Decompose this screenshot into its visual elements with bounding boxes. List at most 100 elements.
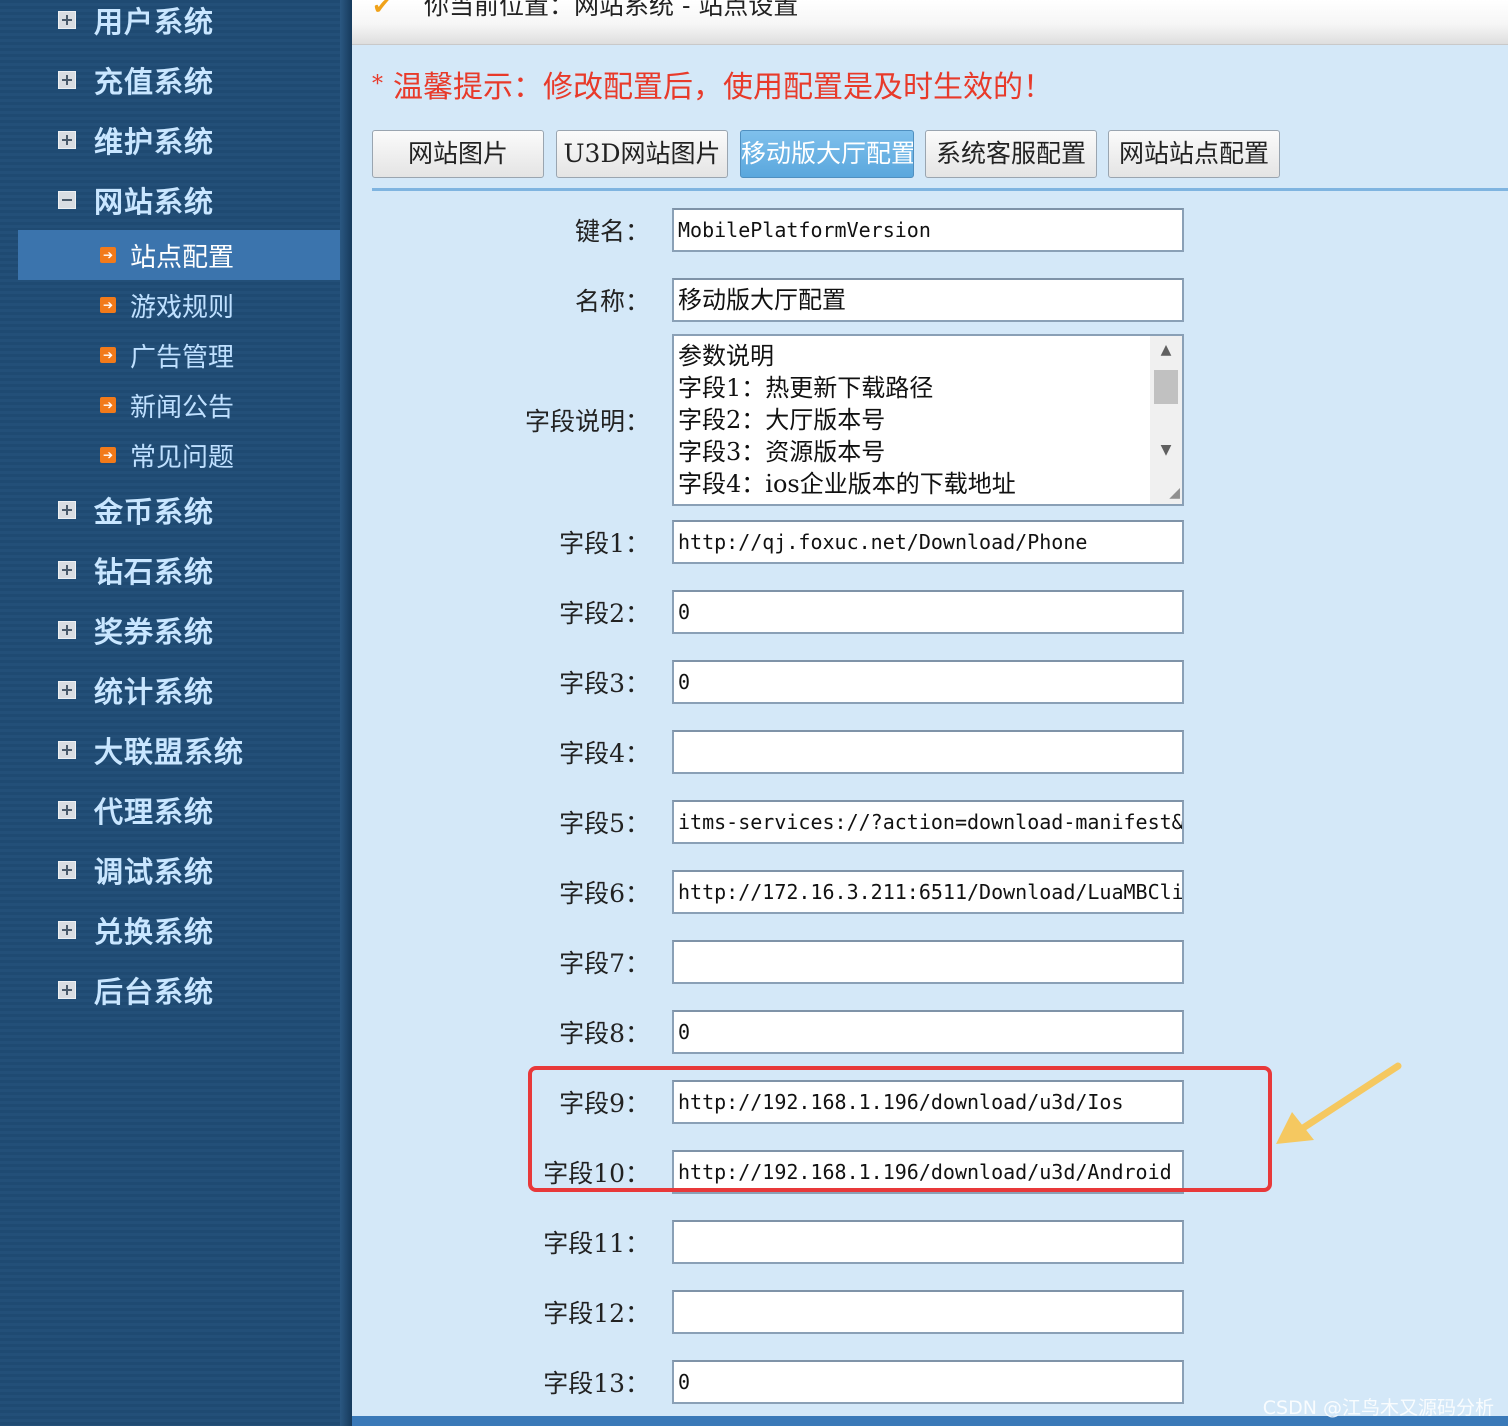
nav-group-gold[interactable]: 金币系统 [58, 490, 214, 530]
watermark: CSDN @江鸟木又源码分析 [1262, 1397, 1494, 1419]
nav-group-label: 用户系统 [94, 5, 215, 39]
nav-group-website[interactable]: 网站系统 [58, 180, 214, 220]
expand-icon [58, 561, 76, 579]
expand-icon [58, 801, 76, 819]
arrow-right-icon: ➔ [100, 397, 116, 413]
field-11-input[interactable] [672, 1220, 1184, 1264]
tab-divider [372, 188, 1508, 191]
expand-icon [58, 11, 76, 29]
resize-grip-icon[interactable]: ◢ [1162, 484, 1180, 502]
scroll-up-icon[interactable]: ▲ [1150, 342, 1182, 358]
field-label: 字段3： [559, 669, 650, 698]
expand-icon [58, 741, 76, 759]
expand-icon [58, 501, 76, 519]
field-2-input[interactable]: 0 [672, 590, 1184, 634]
field-4-input[interactable] [672, 730, 1184, 774]
expand-icon [58, 681, 76, 699]
sidebar-item-ads[interactable]: ➔ 广告管理 [18, 330, 340, 380]
nav-group-agent[interactable]: 代理系统 [58, 790, 214, 830]
textarea-scrollbar[interactable]: ▲ ▼ [1150, 336, 1182, 504]
field-label: 字段7： [559, 949, 650, 978]
nav-group-coupon[interactable]: 奖券系统 [58, 610, 214, 650]
tab-u3d-website-images[interactable]: U3D网站图片 [556, 130, 728, 178]
description-textarea[interactable]: 参数说明 字段1：热更新下载路径 字段2：大厅版本号 字段3：资源版本号 字段4… [672, 334, 1184, 506]
field-label: 字段6： [559, 879, 650, 908]
arrow-right-icon: ➔ [100, 247, 116, 263]
nav-group-debug[interactable]: 调试系统 [58, 850, 214, 890]
field-7-input[interactable] [672, 940, 1184, 984]
sidebar-item-label: 游戏规则 [130, 292, 235, 323]
tab-website-images[interactable]: 网站图片 [372, 130, 544, 178]
tip-star: * [372, 72, 383, 97]
nav-group-alliance[interactable]: 大联盟系统 [58, 730, 244, 770]
scroll-thumb[interactable] [1154, 370, 1178, 404]
nav-group-label: 统计系统 [94, 675, 215, 709]
nav-group-label: 钻石系统 [94, 555, 215, 589]
field-label: 字段11： [543, 1229, 650, 1258]
expand-icon [58, 861, 76, 879]
description-line: 字段3：资源版本号 [678, 438, 886, 466]
nav-group-diamond[interactable]: 钻石系统 [58, 550, 214, 590]
sidebar-item-news[interactable]: ➔ 新闻公告 [18, 380, 340, 430]
sidebar-item-faq[interactable]: ➔ 常见问题 [18, 430, 340, 480]
expand-icon [58, 131, 76, 149]
nav-group-exchange[interactable]: 兑换系统 [58, 910, 214, 950]
nav-group-label: 网站系统 [94, 185, 215, 219]
description-label: 字段说明： [524, 407, 650, 436]
breadcrumb: 你当前位置：网站系统 - 站点设置 [424, 0, 799, 20]
sidebar-item-label: 广告管理 [130, 342, 235, 373]
arrow-right-icon: ➔ [100, 447, 116, 463]
field-label: 字段12： [543, 1299, 650, 1328]
field-label: 字段1： [559, 529, 650, 558]
description-line: 字段2：大厅版本号 [678, 406, 886, 434]
tip-text: 温馨提示：修改配置后，使用配置是及时生效的！ [393, 70, 1053, 105]
scroll-down-icon[interactable]: ▼ [1150, 442, 1182, 458]
key-input[interactable]: MobilePlatformVersion [672, 208, 1184, 252]
sidebar-item-label: 常见问题 [130, 442, 235, 473]
field-5-input[interactable]: itms-services://?action=download-manifes… [672, 800, 1184, 844]
nav-group-maintenance[interactable]: 维护系统 [58, 120, 214, 160]
nav-group-label: 大联盟系统 [94, 735, 245, 769]
nav-group-label: 奖券系统 [94, 615, 215, 649]
sidebar-divider [340, 0, 352, 1426]
field-label: 字段4： [559, 739, 650, 768]
key-label: 键名： [574, 217, 650, 246]
description-line: 参数说明 [678, 342, 774, 370]
expand-icon [58, 71, 76, 89]
field-6-input[interactable]: http://172.16.3.211:6511/Download/LuaMBC… [672, 870, 1184, 914]
nav-group-recharge[interactable]: 充值系统 [58, 60, 214, 100]
tab-mobile-lobby-config[interactable]: 移动版大厅配置 [740, 130, 914, 178]
expand-icon [58, 921, 76, 939]
nav-group-users[interactable]: 用户系统 [58, 0, 214, 40]
description-line: 字段1：热更新下载路径 [678, 374, 934, 402]
collapse-icon [58, 191, 76, 209]
tip-message: * 温馨提示：修改配置后，使用配置是及时生效的！ [372, 62, 1053, 106]
field-label: 字段5： [559, 809, 650, 838]
sidebar-item-site-config[interactable]: ➔ 站点配置 [18, 230, 340, 280]
field-3-input[interactable]: 0 [672, 660, 1184, 704]
nav-group-label: 充值系统 [94, 65, 215, 99]
highlight-box [528, 1066, 1272, 1192]
name-input[interactable]: 移动版大厅配置 [672, 278, 1184, 322]
arrow-right-icon: ➔ [100, 297, 116, 313]
name-label: 名称： [574, 287, 650, 316]
field-13-input[interactable]: 0 [672, 1360, 1184, 1404]
field-8-input[interactable]: 0 [672, 1010, 1184, 1054]
expand-icon [58, 621, 76, 639]
field-12-input[interactable] [672, 1290, 1184, 1334]
arrow-right-icon: ➔ [100, 347, 116, 363]
sidebar-item-game-rules[interactable]: ➔ 游戏规则 [18, 280, 340, 330]
nav-group-backend[interactable]: 后台系统 [58, 970, 214, 1010]
location-icon: ✔ [372, 0, 393, 20]
expand-icon [58, 981, 76, 999]
tab-customer-service-config[interactable]: 系统客服配置 [925, 130, 1097, 178]
field-1-input[interactable]: http://qj.foxuc.net/Download/Phone [672, 520, 1184, 564]
sidebar-item-label: 站点配置 [130, 242, 235, 273]
nav-group-label: 代理系统 [94, 795, 215, 829]
nav-group-label: 兑换系统 [94, 915, 215, 949]
nav-group-label: 后台系统 [94, 975, 215, 1009]
sidebar: 用户系统 充值系统 维护系统 网站系统 ➔ 站点配置 ➔ 游戏规则 ➔ 广告管理… [0, 0, 352, 1426]
nav-group-stats[interactable]: 统计系统 [58, 670, 214, 710]
arrow-icon [1276, 1062, 1402, 1144]
tab-site-config[interactable]: 网站站点配置 [1108, 130, 1280, 178]
